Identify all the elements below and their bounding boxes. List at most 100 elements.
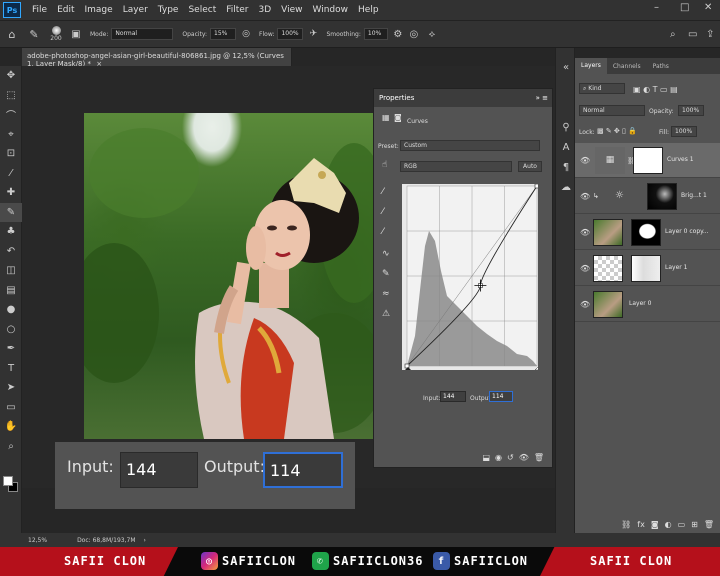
paragraph-icon[interactable]: ¶ bbox=[556, 158, 576, 178]
menu-filter[interactable]: Filter bbox=[221, 5, 253, 15]
layer-opacity-input[interactable]: 100% bbox=[678, 105, 704, 116]
tab-channels[interactable]: Channels bbox=[607, 63, 647, 70]
search-icon[interactable]: ⌕ bbox=[670, 29, 676, 40]
on-image-adjust-icon[interactable]: ☝ bbox=[382, 160, 387, 170]
fill-input[interactable]: 100% bbox=[671, 126, 697, 137]
character-icon[interactable]: A bbox=[556, 138, 576, 158]
marquee-icon[interactable]: ⬚ bbox=[0, 86, 22, 106]
delete-layer-icon[interactable]: 🗑 bbox=[704, 520, 714, 529]
brush-preset-icon[interactable]: ✎ bbox=[24, 28, 44, 41]
layer-row-brightness[interactable]: 👁 ↳ ☼ Brig...t 1 bbox=[575, 179, 720, 214]
color-swatches[interactable] bbox=[0, 470, 22, 500]
lock-icons[interactable]: ▩ ✎ ✥ ▯ 🔒 bbox=[597, 127, 637, 135]
add-mask-icon[interactable]: ◙ bbox=[651, 520, 659, 529]
menu-select[interactable]: Select bbox=[183, 5, 221, 15]
pen-icon[interactable]: ✒ bbox=[0, 339, 22, 359]
layer-thumbnail[interactable] bbox=[593, 255, 623, 282]
black-point-eyedropper-icon[interactable]: ⁄ bbox=[382, 187, 384, 197]
layer-mask-thumbnail[interactable] bbox=[647, 183, 677, 210]
symmetry-icon[interactable]: ⟡ bbox=[423, 29, 441, 40]
link-layers-icon[interactable]: ⛓ bbox=[621, 520, 631, 529]
curve-points-icon[interactable]: ∿ bbox=[382, 249, 390, 259]
eyedropper-icon[interactable]: ⁄ bbox=[0, 164, 22, 184]
healing-icon[interactable]: ✚ bbox=[0, 183, 22, 203]
layer-mask-thumbnail[interactable] bbox=[631, 255, 661, 282]
layer-thumbnail[interactable] bbox=[593, 291, 623, 318]
visibility-eye-icon[interactable]: 👁 bbox=[580, 228, 590, 237]
menu-3d[interactable]: 3D bbox=[254, 5, 277, 15]
workspace-icon[interactable]: ▭ bbox=[688, 29, 697, 40]
path-select-icon[interactable]: ➤ bbox=[0, 378, 22, 398]
output-field[interactable]: 114 bbox=[489, 391, 513, 402]
opacity-input[interactable]: 15% bbox=[210, 28, 237, 40]
menu-file[interactable]: File bbox=[27, 5, 52, 15]
clone-stamp-icon[interactable]: ♣ bbox=[0, 222, 22, 242]
curves-svg[interactable] bbox=[402, 183, 542, 371]
hand-icon[interactable]: ✋ bbox=[0, 417, 22, 437]
home-icon[interactable]: ⌂ bbox=[0, 28, 24, 41]
layer-mask-icon[interactable]: ◙ bbox=[394, 113, 402, 122]
expand-panels-icon[interactable]: « bbox=[556, 58, 576, 78]
filter-icons[interactable]: ▣ ◐ T ▭ ▤ bbox=[633, 85, 678, 94]
crop-icon[interactable]: ⊡ bbox=[0, 144, 22, 164]
zoom-input-field[interactable]: 144 bbox=[120, 452, 198, 488]
clipping-warning-icon[interactable]: ⚠ bbox=[382, 309, 390, 319]
visibility-eye-icon[interactable]: 👁 bbox=[580, 264, 590, 273]
tab-layers[interactable]: Layers bbox=[575, 58, 607, 74]
doc-size[interactable]: Doc: 68,8M/193,7M bbox=[77, 537, 135, 544]
channel-select[interactable]: RGB bbox=[400, 161, 512, 172]
move-icon[interactable]: ✥ bbox=[0, 66, 22, 86]
gray-point-eyedropper-icon[interactable]: ⁄ bbox=[382, 207, 384, 217]
dodge-icon[interactable]: ○ bbox=[0, 320, 22, 340]
smooth-curve-icon[interactable]: ≈ bbox=[382, 289, 390, 299]
brush-size-picker[interactable]: 200 bbox=[44, 26, 68, 42]
reset-icon[interactable]: ↺ bbox=[507, 453, 514, 462]
curves-graph[interactable] bbox=[402, 183, 542, 371]
rectangle-icon[interactable]: ▭ bbox=[0, 398, 22, 418]
adjustment-layer-icon[interactable]: ▦ bbox=[382, 113, 390, 122]
pressure-opacity-icon[interactable]: ◎ bbox=[239, 29, 253, 39]
layer-row-layer0[interactable]: 👁 Layer 0 bbox=[575, 287, 720, 322]
layer-row-layer1[interactable]: 👁 Layer 1 bbox=[575, 251, 720, 286]
menu-help[interactable]: Help bbox=[353, 5, 384, 15]
clip-to-layer-icon[interactable]: ⬓ bbox=[482, 453, 490, 462]
visibility-icon[interactable]: 👁 bbox=[519, 453, 529, 462]
history-brush-icon[interactable]: ↶ bbox=[0, 242, 22, 262]
mode-select[interactable]: Normal bbox=[111, 28, 174, 40]
maximize-button[interactable]: □ bbox=[680, 2, 689, 13]
smoothing-settings-gear-icon[interactable]: ⚙ bbox=[391, 29, 405, 40]
zoom-output-field[interactable]: 114 bbox=[263, 452, 343, 488]
minimize-button[interactable]: – bbox=[654, 2, 659, 13]
layer-row-curves[interactable]: 👁 ▦ ⛓ Curves 1 bbox=[575, 143, 720, 178]
new-group-icon[interactable]: ▭ bbox=[678, 520, 686, 529]
status-menu-icon[interactable]: › bbox=[144, 537, 146, 544]
panel-menu-icon[interactable]: » ≡ bbox=[536, 94, 548, 102]
menu-layer[interactable]: Layer bbox=[118, 5, 153, 15]
visibility-eye-icon[interactable]: 👁 bbox=[580, 156, 590, 165]
menu-window[interactable]: Window bbox=[308, 5, 354, 15]
gradient-icon[interactable]: ▤ bbox=[0, 281, 22, 301]
brush-icon[interactable]: ✎ bbox=[0, 202, 22, 222]
foreground-color-swatch[interactable] bbox=[3, 476, 13, 486]
visibility-eye-icon[interactable]: 👁 bbox=[580, 192, 590, 201]
fx-icon[interactable]: fx bbox=[637, 520, 645, 529]
flow-input[interactable]: 100% bbox=[277, 28, 304, 40]
blend-mode-select[interactable]: Normal bbox=[579, 105, 645, 116]
new-adjustment-icon[interactable]: ◐ bbox=[665, 520, 672, 529]
layer-mask-thumbnail[interactable] bbox=[633, 147, 663, 174]
layer-mask-thumbnail[interactable] bbox=[631, 219, 661, 246]
properties-tab[interactable]: Properties bbox=[379, 94, 414, 102]
libraries-icon[interactable]: ☁ bbox=[556, 178, 576, 198]
blur-icon[interactable]: ● bbox=[0, 300, 22, 320]
zoom-level[interactable]: 12,5% bbox=[28, 537, 47, 544]
white-point-eyedropper-icon[interactable]: ⁄ bbox=[382, 227, 384, 237]
filter-kind-select[interactable]: ⌕ Kind bbox=[579, 83, 625, 94]
new-layer-icon[interactable]: ⊞ bbox=[691, 520, 698, 529]
delete-icon[interactable]: 🗑 bbox=[534, 453, 544, 462]
tab-paths[interactable]: Paths bbox=[647, 63, 675, 70]
menu-image[interactable]: Image bbox=[80, 5, 118, 15]
share-icon[interactable]: ⇪ bbox=[706, 29, 714, 40]
history-icon[interactable]: ⚲ bbox=[556, 118, 576, 138]
airbrush-icon[interactable]: ✈ bbox=[306, 29, 320, 39]
view-previous-icon[interactable]: ◉ bbox=[495, 453, 502, 462]
